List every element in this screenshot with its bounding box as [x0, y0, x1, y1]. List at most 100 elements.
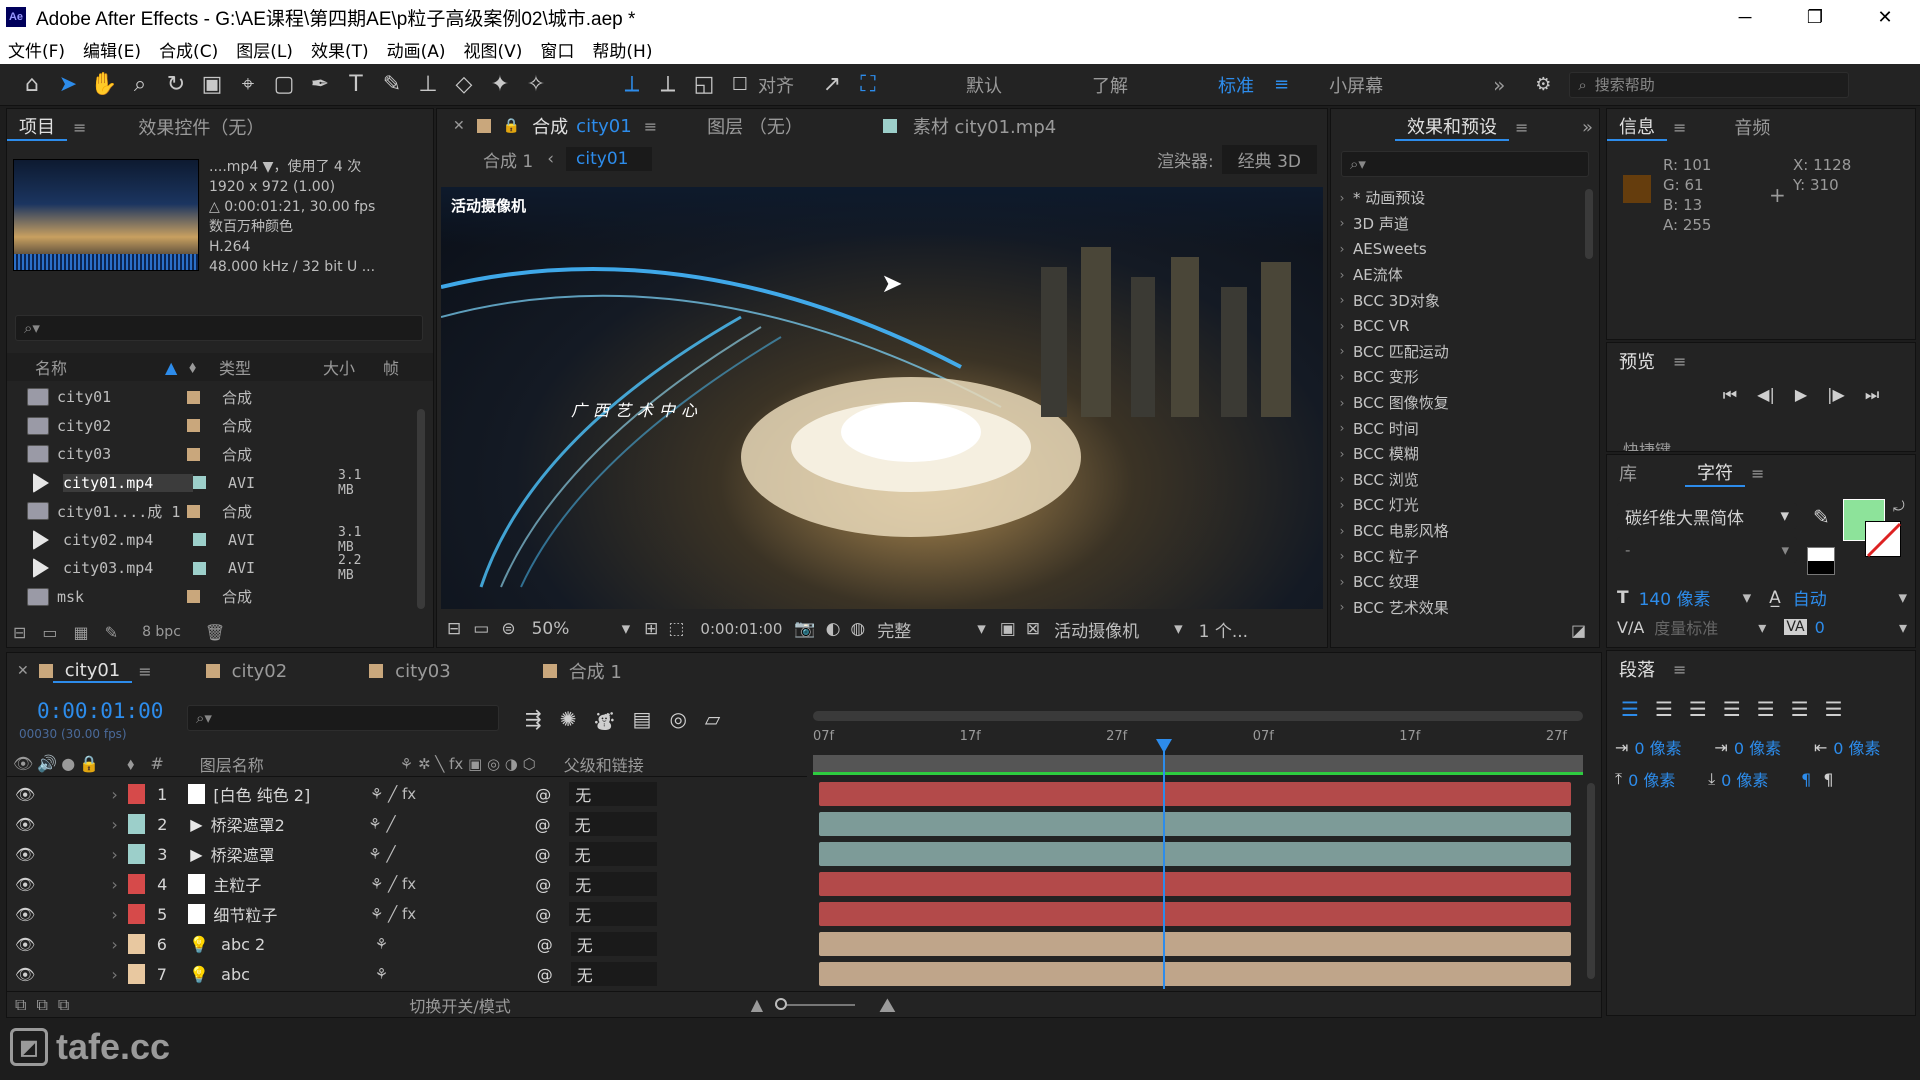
composition-viewer[interactable]: 活动摄像机 广西艺术中心 ➤ — [441, 187, 1323, 609]
space-before-value[interactable]: 0 像素 — [1628, 767, 1708, 791]
timeline-search-input[interactable]: ⌕▾ — [187, 705, 499, 731]
chevron-down-icon[interactable]: ▾ — [622, 619, 631, 639]
list-item-selected[interactable]: city01.mp4 AVI 3.1 MB — [7, 468, 415, 498]
effect-category[interactable]: › BCC 灯光 — [1331, 492, 1583, 518]
table-row[interactable]: 👁 › 4 主粒子 ⚘ ╱ fx @ 无 — [7, 869, 657, 899]
effect-category[interactable]: › BCC 图像恢复 — [1331, 390, 1583, 416]
switches-icons[interactable]: ⚘ ╱ — [368, 845, 534, 863]
playhead[interactable] — [1156, 739, 1173, 989]
indent-first-value[interactable]: 0 像素 — [1734, 735, 1814, 759]
eye-icon[interactable]: 👁 — [15, 965, 35, 984]
snapshot-icon[interactable]: 📷 — [794, 619, 815, 639]
switches-icons[interactable]: ⚘ — [375, 965, 537, 983]
label-swatch[interactable] — [193, 476, 206, 490]
project-settings-icon[interactable]: ✎ — [105, 623, 118, 642]
label-swatch[interactable] — [187, 447, 200, 461]
expand-arrow-icon[interactable]: › — [111, 815, 117, 834]
sync-settings-icon[interactable]: ⚙ — [1525, 67, 1561, 103]
indent-right-value[interactable]: 0 像素 — [1833, 735, 1880, 759]
effect-category[interactable]: › * 动画预设 — [1331, 185, 1583, 211]
expand-arrow-icon[interactable]: › — [111, 875, 117, 894]
work-area-bar[interactable] — [813, 711, 1583, 721]
layer-duration-bar[interactable] — [819, 782, 1571, 806]
preview-menu-icon[interactable]: ≡ — [1673, 352, 1686, 371]
tab-paragraph[interactable]: 段落 — [1607, 656, 1667, 682]
layer-label-swatch[interactable] — [127, 964, 145, 984]
label-swatch[interactable] — [193, 533, 206, 547]
layer-name[interactable]: 细节粒子 — [213, 902, 370, 926]
tab-preview[interactable]: 预览 — [1607, 348, 1667, 374]
chevron-left-icon[interactable]: ‹ — [547, 149, 554, 169]
tab-info[interactable]: 信息 — [1607, 113, 1667, 141]
menu-file[interactable]: 文件(F) — [0, 37, 75, 62]
list-item[interactable]: city02.mp4 AVI 3.1 MB — [7, 525, 415, 555]
rtl-direction-icon[interactable]: ¶ — [1823, 770, 1833, 789]
effect-category[interactable]: › BCC 纹理 — [1331, 569, 1583, 595]
tab-effect-controls[interactable]: 效果控件（无） — [126, 114, 276, 140]
tab-footage[interactable]: 素材 city01.mp4 — [913, 113, 1056, 139]
pickwhip-icon[interactable]: @ — [535, 845, 551, 864]
layer-name[interactable]: 桥梁遮罩 — [211, 842, 369, 866]
list-item[interactable]: city03.mp4 AVI 2.2 MB — [7, 553, 415, 583]
bit-depth[interactable]: 8 bpc — [142, 624, 181, 640]
kerning-value[interactable]: 度量标准 — [1654, 615, 1758, 639]
local-axis-icon[interactable]: ⟂ — [614, 67, 650, 103]
snap-options-icon[interactable]: ↗ — [814, 67, 850, 103]
layer-name[interactable]: 桥梁遮罩2 — [211, 812, 369, 836]
column-size[interactable]: 大小 — [323, 355, 383, 379]
comp-panel-menu-icon[interactable]: ≡ — [644, 117, 657, 136]
align-left-icon[interactable]: ☰ — [1621, 697, 1639, 721]
zoom-in-icon[interactable]: ⛰ — [879, 993, 896, 1017]
swap-colors-icon[interactable]: ⤾ — [1893, 499, 1905, 515]
stretch-toggle-icon[interactable]: ⧉ — [58, 995, 69, 1015]
grid-icon[interactable]: ⊞ — [644, 619, 658, 639]
home-icon[interactable]: ⌂ — [14, 67, 50, 103]
expand-arrow-icon[interactable]: › — [111, 965, 117, 984]
selection-tool-icon[interactable]: ➤ — [50, 67, 86, 103]
layer-duration-bar[interactable] — [819, 902, 1571, 926]
views-select[interactable]: 1 个... — [1199, 617, 1248, 642]
lock-icon[interactable]: 🔒 — [503, 118, 520, 134]
camera-select[interactable]: 活动摄像机 — [1054, 617, 1174, 642]
list-item[interactable]: city02 合成 — [7, 412, 415, 441]
chevron-down-icon[interactable]: ▾ — [1758, 618, 1766, 637]
menu-effect[interactable]: 效果(T) — [303, 37, 379, 62]
display-icon[interactable]: ▭ — [473, 619, 489, 639]
lock-switch-icon[interactable]: 🔒 — [79, 754, 99, 773]
comp-tab-label[interactable]: 合成 — [532, 113, 568, 139]
justify-last-left-icon[interactable]: ☰ — [1723, 697, 1741, 721]
eye-icon[interactable]: 👁 — [15, 845, 35, 864]
expand-arrow-icon[interactable]: › — [111, 785, 117, 804]
workspace-overflow-icon[interactable]: » — [1473, 73, 1525, 97]
layer-name[interactable]: 主粒子 — [213, 872, 370, 896]
chevron-down-icon[interactable]: ▾ — [977, 619, 986, 639]
region-of-interest-icon[interactable]: ⬚ — [668, 619, 684, 639]
tab-audio[interactable]: 音频 — [1722, 114, 1782, 140]
switches-icons[interactable]: ⚘ ✲ ╲ fx ▣ ◎ ◑ ⬡ — [400, 755, 536, 773]
layer-duration-bar[interactable] — [819, 812, 1571, 836]
tab-project[interactable]: 项目 — [7, 113, 67, 141]
align-center-icon[interactable]: ☰ — [1655, 697, 1673, 721]
tab-character[interactable]: 字符 — [1685, 459, 1745, 487]
layer-duration-bar[interactable] — [819, 932, 1571, 956]
previous-frame-icon[interactable]: ◀| — [1757, 385, 1775, 405]
breadcrumb-comp1[interactable]: 合成 1 — [483, 147, 533, 172]
zoom-select[interactable]: 50% — [532, 619, 622, 639]
expand-arrow-icon[interactable]: › — [111, 845, 117, 864]
help-search-input[interactable]: ⌕ 搜索帮助 — [1569, 71, 1850, 98]
pen-tool-icon[interactable]: ✒ — [302, 67, 338, 103]
first-frame-icon[interactable]: ⏮ — [1723, 385, 1737, 405]
snap-label[interactable]: 对齐 — [758, 72, 814, 98]
label-swatch[interactable] — [187, 390, 200, 404]
parent-select[interactable]: 无 — [569, 782, 657, 806]
label-column-icon[interactable]: ⬧ — [127, 754, 134, 774]
align-right-icon[interactable]: ☰ — [1689, 697, 1707, 721]
parent-select[interactable]: 无 — [570, 962, 657, 986]
roto-brush-tool-icon[interactable]: ✦ — [482, 67, 518, 103]
ltr-direction-icon[interactable]: ¶ — [1801, 770, 1811, 789]
parent-select[interactable]: 无 — [569, 902, 657, 926]
audio-switch-icon[interactable]: 🔊 — [37, 754, 57, 773]
pickwhip-icon[interactable]: @ — [535, 815, 551, 834]
project-menu-icon[interactable]: ≡ — [73, 118, 86, 137]
table-row[interactable]: 👁 › 3 ▶ 桥梁遮罩 ⚘ ╱ @ 无 — [7, 839, 657, 869]
